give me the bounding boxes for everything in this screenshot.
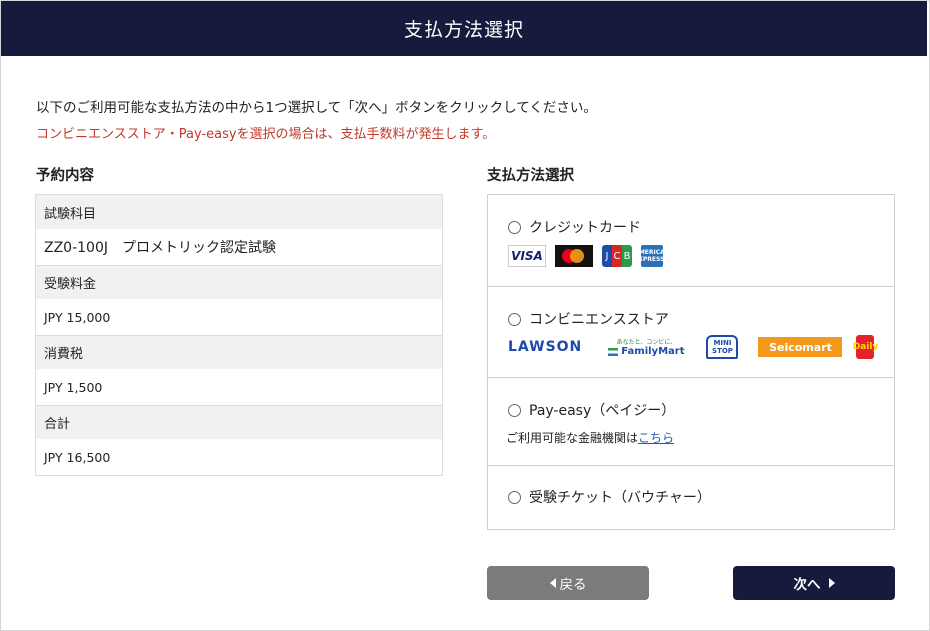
jcb-logo-icon: J C B (602, 245, 632, 267)
summary-label-subject: 試験科目 (36, 195, 442, 229)
ministop-logo-icon: MINI STOP (706, 335, 739, 359)
familymart-logo-icon: あなたと、コンビに、 FamilyMart (608, 337, 684, 357)
method-voucher[interactable]: 受験チケット（バウチャー） (488, 465, 894, 529)
pay-easy-label[interactable]: Pay-easy（ペイジー） (529, 400, 675, 420)
triangle-left-icon (549, 578, 556, 588)
payment-methods: クレジットカード VISA J C B AMERICAN EXPRESS コンビ… (487, 194, 895, 530)
summary-value-tax: JPY 1,500 (36, 369, 442, 405)
reservation-summary: 試験科目 ZZ0-100J プロメトリック認定試験 受験料金 JPY 15,00… (35, 194, 443, 476)
voucher-radio[interactable] (508, 490, 521, 504)
summary-value-subject: ZZ0-100J プロメトリック認定試験 (36, 229, 442, 265)
summary-title: 予約内容 (36, 168, 94, 184)
card-logos: VISA J C B AMERICAN EXPRESS (508, 245, 670, 267)
fee-notice: コンビニエンスストア・Pay-easyを選択の場合は、支払手数料が発生します。 (36, 127, 496, 142)
convenience-store-option[interactable]: コンビニエンスストア (508, 309, 669, 329)
method-credit-card[interactable]: クレジットカード VISA J C B AMERICAN EXPRESS (488, 195, 894, 286)
convenience-store-radio[interactable] (508, 312, 521, 326)
back-button[interactable]: 戻る (487, 566, 649, 600)
next-button[interactable]: 次へ (733, 566, 895, 600)
pay-easy-note: ご利用可能な金融機関はこちら (506, 431, 675, 445)
summary-label-fee: 受験料金 (36, 265, 442, 299)
back-button-label: 戻る (559, 577, 587, 593)
convenience-store-label[interactable]: コンビニエンスストア (529, 309, 669, 329)
method-convenience-store[interactable]: コンビニエンスストア LAWSON あなたと、コンビに、 FamilyMart … (488, 286, 894, 377)
credit-card-option[interactable]: クレジットカード (508, 217, 641, 237)
summary-label-total: 合計 (36, 405, 442, 439)
financial-institutions-link[interactable]: こちら (638, 431, 674, 445)
page-title: 支払方法選択 (403, 19, 524, 41)
amex-logo-icon: AMERICAN EXPRESS (634, 245, 670, 267)
credit-card-label[interactable]: クレジットカード (529, 217, 641, 237)
method-pay-easy[interactable]: Pay-easy（ペイジー） ご利用可能な金融機関はこちら (488, 377, 894, 465)
store-logos: LAWSON あなたと、コンビに、 FamilyMart MINI STOP S… (508, 335, 878, 359)
summary-value-fee: JPY 15,000 (36, 299, 442, 335)
next-button-label: 次へ (793, 577, 821, 593)
voucher-label[interactable]: 受験チケット（バウチャー） (529, 487, 711, 507)
pay-easy-radio[interactable] (508, 403, 521, 417)
daily-yamazaki-logo-icon: Daily (853, 335, 878, 359)
mastercard-logo-icon (555, 245, 593, 267)
triangle-right-icon (828, 578, 835, 588)
voucher-option[interactable]: 受験チケット（バウチャー） (508, 487, 711, 507)
visa-logo-icon: VISA (508, 245, 546, 267)
payment-title: 支払方法選択 (487, 168, 574, 184)
seicomart-logo-icon: Seicomart (758, 337, 843, 357)
instruction-text: 以下のご利用可能な支払方法の中から1つ選択して「次へ」ボタンをクリックしてくださ… (36, 100, 597, 116)
page-header: 支払方法選択 (1, 1, 927, 56)
summary-value-total: JPY 16,500 (36, 439, 442, 475)
lawson-logo-icon: LAWSON (508, 339, 583, 355)
pay-easy-option[interactable]: Pay-easy（ペイジー） (508, 400, 675, 420)
credit-card-radio[interactable] (508, 220, 521, 234)
summary-label-tax: 消費税 (36, 335, 442, 369)
